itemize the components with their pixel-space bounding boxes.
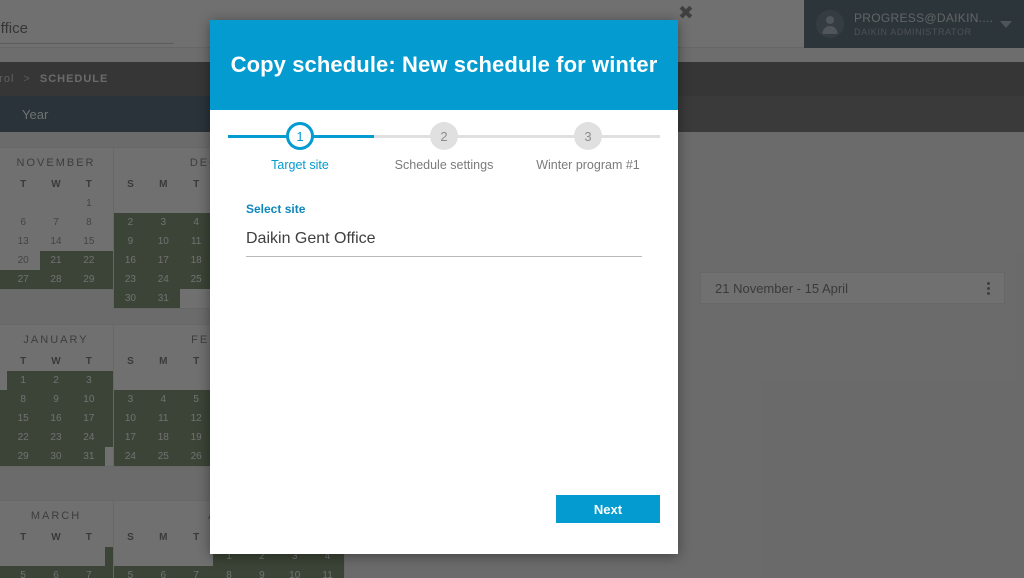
select-site-label: Select site [246,202,306,216]
dialog-footer: Next [210,482,678,554]
close-icon[interactable]: ✖ [677,4,695,23]
step-number-3: 3 [574,122,602,150]
dialog-header: Copy schedule: New schedule for winter [210,20,678,110]
wizard-step-target-site[interactable]: 1 Target site [228,122,372,172]
dialog-title: Copy schedule: New schedule for winter [230,52,658,77]
copy-schedule-dialog: Copy schedule: New schedule for winter 1… [210,20,678,554]
step-label-2: Schedule settings [394,158,494,172]
wizard-step-schedule-settings[interactable]: 2 Schedule settings [372,122,516,172]
step-label-3: Winter program #1 [536,158,640,172]
wizard-stepper: 1 Target site 2 Schedule settings 3 Wint… [210,110,678,180]
wizard-step-winter-program[interactable]: 3 Winter program #1 [516,122,660,172]
dialog-body: Select site Daikin Gent Office [210,180,678,482]
modal-overlay[interactable]: ✖ Copy schedule: New schedule for winter… [0,0,1024,578]
step-number-1: 1 [286,122,314,150]
step-number-2: 2 [430,122,458,150]
select-site-input[interactable]: Daikin Gent Office [246,230,642,257]
app-root: e ent Office PROGRESS@DAIKIN.... DAIKIN … [0,0,1024,578]
next-button[interactable]: Next [556,495,660,523]
step-label-1: Target site [271,158,329,172]
